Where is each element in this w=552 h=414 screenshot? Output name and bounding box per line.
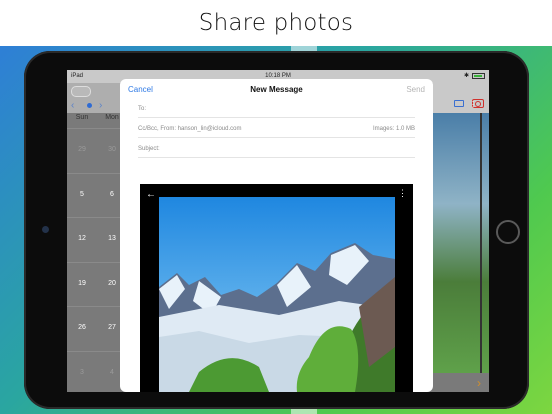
more-icon[interactable]: ⋮ [469, 100, 477, 109]
app-screen: iPad 10:18 PM ✱ ‹ › Sun Mon 29 30 5 6 12… [67, 70, 489, 392]
cc-bcc-field[interactable]: Cc/Bcc, From: hanson_lin@icloud.com Imag… [138, 119, 415, 138]
bluetooth-icon: ✱ [463, 73, 469, 79]
more-icon[interactable]: ⋮ [398, 188, 407, 199]
mountain-photo-image [159, 197, 395, 392]
home-button[interactable] [496, 220, 520, 244]
chevron-right-icon[interactable]: › [99, 100, 102, 111]
thumbnail-divider [480, 113, 482, 373]
calendar-day[interactable]: 19 [67, 263, 97, 307]
compose-title: New Message [250, 85, 303, 94]
images-size-label: Images: 1.0 MB [372, 126, 415, 132]
to-label: To: [138, 106, 147, 112]
today-dot-icon[interactable] [87, 103, 92, 108]
calendar-grid: 29 30 5 6 12 13 19 20 26 27 3 4 [67, 128, 127, 392]
calendar-row: 3 4 [67, 350, 127, 393]
compose-header: Cancel New Message Send [120, 79, 433, 99]
device-camera [42, 226, 49, 233]
calendar-row: 29 30 [67, 128, 127, 173]
subject-field[interactable]: Subject: [138, 139, 415, 158]
calendar-day[interactable]: 5 [67, 174, 97, 218]
send-button[interactable]: Send [406, 85, 425, 94]
weekday-sun: Sun [75, 114, 89, 121]
attached-photo [159, 197, 395, 392]
calendar-day[interactable]: 12 [67, 218, 97, 262]
calendar-day[interactable]: 29 [67, 129, 97, 173]
calendar-day[interactable]: 26 [67, 307, 97, 351]
cc-bcc-label: Cc/Bcc, From: hanson_lin@icloud.com [138, 126, 242, 132]
battery-icon [472, 73, 485, 79]
calendar-row: 5 6 [67, 172, 127, 218]
weekday-header: Sun Mon [67, 114, 127, 128]
to-field[interactable]: To: [138, 99, 415, 118]
chevron-right-icon[interactable]: › [477, 376, 481, 390]
subject-label: Subject: [138, 146, 160, 152]
chevron-left-icon[interactable]: ‹ [71, 100, 74, 111]
right-toolbar [433, 83, 489, 113]
back-arrow-icon[interactable]: ← [146, 189, 156, 200]
promo-title: Share photos [198, 10, 354, 36]
folder-icon[interactable] [454, 100, 464, 107]
calendar-row: 12 13 [67, 217, 127, 262]
compose-sheet: Cancel New Message Send To: Cc/Bcc, From… [120, 79, 433, 392]
calendar-row: 19 20 [67, 261, 127, 307]
calendar-row: 26 27 [67, 306, 127, 351]
view-toggle[interactable] [71, 86, 91, 97]
calendar-day[interactable]: 3 [67, 352, 97, 393]
attached-image-card[interactable]: ← ⋮ [140, 184, 413, 392]
